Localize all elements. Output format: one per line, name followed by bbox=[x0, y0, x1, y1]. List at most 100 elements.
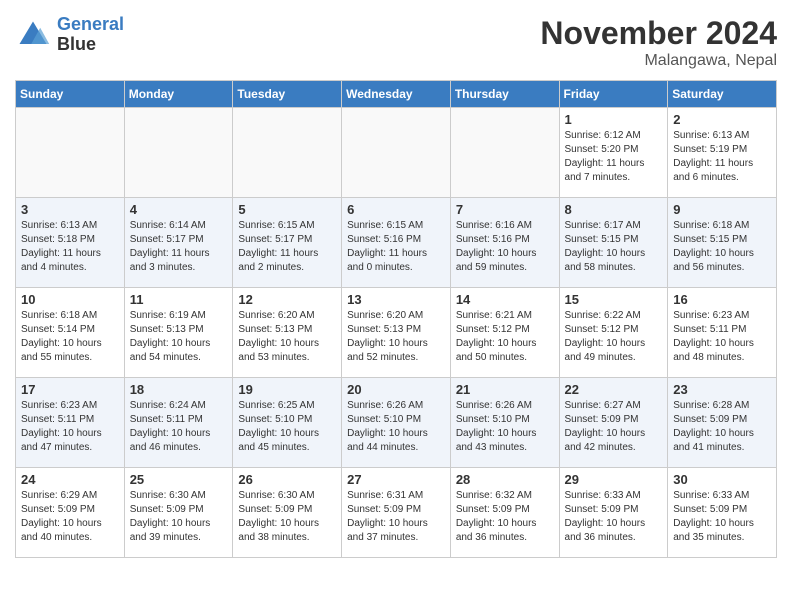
day-info: Sunrise: 6:25 AM Sunset: 5:10 PM Dayligh… bbox=[238, 399, 336, 455]
day-number: 23 bbox=[673, 382, 771, 397]
column-header-sunday: Sunday bbox=[16, 81, 125, 108]
calendar-cell bbox=[124, 108, 233, 198]
logo-general: General bbox=[57, 14, 124, 34]
day-info: Sunrise: 6:21 AM Sunset: 5:12 PM Dayligh… bbox=[456, 309, 554, 365]
calendar-cell: 3Sunrise: 6:13 AM Sunset: 5:18 PM Daylig… bbox=[16, 198, 125, 288]
calendar-week-5: 24Sunrise: 6:29 AM Sunset: 5:09 PM Dayli… bbox=[16, 468, 777, 558]
day-number: 14 bbox=[456, 292, 554, 307]
calendar-week-2: 3Sunrise: 6:13 AM Sunset: 5:18 PM Daylig… bbox=[16, 198, 777, 288]
calendar-cell: 7 Sunrise: 6:16 AM Sunset: 5:16 PM Daylig… bbox=[450, 198, 559, 288]
day-info: Sunrise: 6:18 AM Sunset: 5:15 PM Dayligh… bbox=[673, 219, 771, 275]
day-number: 24 bbox=[21, 472, 119, 487]
calendar-table: SundayMondayTuesdayWednesdayThursdayFrid… bbox=[15, 80, 777, 558]
calendar-header-row: SundayMondayTuesdayWednesdayThursdayFrid… bbox=[16, 81, 777, 108]
day-number: 28 bbox=[456, 472, 554, 487]
calendar-cell: 17 Sunrise: 6:23 AM Sunset: 5:11 PM Dayli… bbox=[16, 378, 125, 468]
day-info: Sunrise: 6:28 AM Sunset: 5:09 PM Dayligh… bbox=[673, 399, 771, 455]
day-info: Sunrise: 6:15 AM Sunset: 5:16 PM Dayligh… bbox=[347, 219, 445, 275]
day-info: Sunrise: 6:27 AM Sunset: 5:09 PM Dayligh… bbox=[565, 399, 663, 455]
calendar-week-1: 1 Sunrise: 6:12 AM Sunset: 5:20 PM Daylig… bbox=[16, 108, 777, 198]
calendar-cell: 24Sunrise: 6:29 AM Sunset: 5:09 PM Dayli… bbox=[16, 468, 125, 558]
calendar-cell: 29 Sunrise: 6:33 AM Sunset: 5:09 PM Dayli… bbox=[559, 468, 668, 558]
location-subtitle: Malangawa, Nepal bbox=[540, 52, 777, 70]
title-block: November 2024 Malangawa, Nepal bbox=[540, 15, 777, 70]
day-info: Sunrise: 6:20 AM Sunset: 5:13 PM Dayligh… bbox=[347, 309, 445, 365]
logo-icon bbox=[15, 17, 51, 53]
day-number: 3 bbox=[21, 202, 119, 217]
day-number: 7 bbox=[456, 202, 554, 217]
calendar-cell: 21 Sunrise: 6:26 AM Sunset: 5:10 PM Dayli… bbox=[450, 378, 559, 468]
day-number: 16 bbox=[673, 292, 771, 307]
calendar-cell: 12 Sunrise: 6:20 AM Sunset: 5:13 PM Dayli… bbox=[233, 288, 342, 378]
calendar-cell: 1 Sunrise: 6:12 AM Sunset: 5:20 PM Daylig… bbox=[559, 108, 668, 198]
calendar-cell: 9 Sunrise: 6:18 AM Sunset: 5:15 PM Daylig… bbox=[668, 198, 777, 288]
calendar-cell: 5 Sunrise: 6:15 AM Sunset: 5:17 PM Daylig… bbox=[233, 198, 342, 288]
day-info: Sunrise: 6:22 AM Sunset: 5:12 PM Dayligh… bbox=[565, 309, 663, 365]
day-number: 15 bbox=[565, 292, 663, 307]
calendar-cell bbox=[16, 108, 125, 198]
page-header: General Blue November 2024 Malangawa, Ne… bbox=[15, 15, 777, 70]
day-number: 29 bbox=[565, 472, 663, 487]
day-info: Sunrise: 6:12 AM Sunset: 5:20 PM Dayligh… bbox=[565, 129, 663, 185]
day-info: Sunrise: 6:18 AM Sunset: 5:14 PM Dayligh… bbox=[21, 309, 119, 365]
calendar-cell bbox=[450, 108, 559, 198]
day-number: 25 bbox=[130, 472, 228, 487]
calendar-cell: 25Sunrise: 6:30 AM Sunset: 5:09 PM Dayli… bbox=[124, 468, 233, 558]
column-header-friday: Friday bbox=[559, 81, 668, 108]
day-number: 20 bbox=[347, 382, 445, 397]
day-info: Sunrise: 6:33 AM Sunset: 5:09 PM Dayligh… bbox=[565, 489, 663, 545]
calendar-cell: 16 Sunrise: 6:23 AM Sunset: 5:11 PM Dayli… bbox=[668, 288, 777, 378]
day-number: 18 bbox=[130, 382, 228, 397]
calendar-cell bbox=[233, 108, 342, 198]
day-number: 22 bbox=[565, 382, 663, 397]
day-number: 12 bbox=[238, 292, 336, 307]
day-info: Sunrise: 6:33 AM Sunset: 5:09 PM Dayligh… bbox=[673, 489, 771, 545]
day-info: Sunrise: 6:16 AM Sunset: 5:16 PM Dayligh… bbox=[456, 219, 554, 275]
column-header-thursday: Thursday bbox=[450, 81, 559, 108]
day-info: Sunrise: 6:24 AM Sunset: 5:11 PM Dayligh… bbox=[130, 399, 228, 455]
day-number: 4 bbox=[130, 202, 228, 217]
calendar-cell: 22 Sunrise: 6:27 AM Sunset: 5:09 PM Dayli… bbox=[559, 378, 668, 468]
day-number: 26 bbox=[238, 472, 336, 487]
day-info: Sunrise: 6:26 AM Sunset: 5:10 PM Dayligh… bbox=[456, 399, 554, 455]
day-number: 13 bbox=[347, 292, 445, 307]
calendar-cell: 23 Sunrise: 6:28 AM Sunset: 5:09 PM Dayli… bbox=[668, 378, 777, 468]
calendar-cell: 28Sunrise: 6:32 AM Sunset: 5:09 PM Dayli… bbox=[450, 468, 559, 558]
calendar-cell: 8 Sunrise: 6:17 AM Sunset: 5:15 PM Daylig… bbox=[559, 198, 668, 288]
day-info: Sunrise: 6:31 AM Sunset: 5:09 PM Dayligh… bbox=[347, 489, 445, 545]
day-number: 8 bbox=[565, 202, 663, 217]
day-number: 9 bbox=[673, 202, 771, 217]
column-header-tuesday: Tuesday bbox=[233, 81, 342, 108]
day-number: 11 bbox=[130, 292, 228, 307]
day-number: 1 bbox=[565, 112, 663, 127]
calendar-cell bbox=[342, 108, 451, 198]
calendar-cell: 6Sunrise: 6:15 AM Sunset: 5:16 PM Daylig… bbox=[342, 198, 451, 288]
day-number: 5 bbox=[238, 202, 336, 217]
calendar-cell: 13 Sunrise: 6:20 AM Sunset: 5:13 PM Dayli… bbox=[342, 288, 451, 378]
day-info: Sunrise: 6:23 AM Sunset: 5:11 PM Dayligh… bbox=[673, 309, 771, 365]
day-info: Sunrise: 6:23 AM Sunset: 5:11 PM Dayligh… bbox=[21, 399, 119, 455]
day-number: 19 bbox=[238, 382, 336, 397]
calendar-cell: 15 Sunrise: 6:22 AM Sunset: 5:12 PM Dayli… bbox=[559, 288, 668, 378]
day-info: Sunrise: 6:13 AM Sunset: 5:19 PM Dayligh… bbox=[673, 129, 771, 185]
calendar-week-3: 10Sunrise: 6:18 AM Sunset: 5:14 PM Dayli… bbox=[16, 288, 777, 378]
calendar-cell: 26 Sunrise: 6:30 AM Sunset: 5:09 PM Dayli… bbox=[233, 468, 342, 558]
logo-blue: Blue bbox=[57, 34, 96, 54]
day-info: Sunrise: 6:15 AM Sunset: 5:17 PM Dayligh… bbox=[238, 219, 336, 275]
column-header-monday: Monday bbox=[124, 81, 233, 108]
calendar-cell: 14 Sunrise: 6:21 AM Sunset: 5:12 PM Dayli… bbox=[450, 288, 559, 378]
day-info: Sunrise: 6:17 AM Sunset: 5:15 PM Dayligh… bbox=[565, 219, 663, 275]
day-number: 27 bbox=[347, 472, 445, 487]
calendar-cell: 10Sunrise: 6:18 AM Sunset: 5:14 PM Dayli… bbox=[16, 288, 125, 378]
calendar-cell: 20Sunrise: 6:26 AM Sunset: 5:10 PM Dayli… bbox=[342, 378, 451, 468]
day-number: 21 bbox=[456, 382, 554, 397]
column-header-saturday: Saturday bbox=[668, 81, 777, 108]
calendar-cell: 30Sunrise: 6:33 AM Sunset: 5:09 PM Dayli… bbox=[668, 468, 777, 558]
day-info: Sunrise: 6:30 AM Sunset: 5:09 PM Dayligh… bbox=[238, 489, 336, 545]
day-number: 2 bbox=[673, 112, 771, 127]
day-number: 17 bbox=[21, 382, 119, 397]
calendar-cell: 4Sunrise: 6:14 AM Sunset: 5:17 PM Daylig… bbox=[124, 198, 233, 288]
calendar-cell: 11Sunrise: 6:19 AM Sunset: 5:13 PM Dayli… bbox=[124, 288, 233, 378]
calendar-week-4: 17 Sunrise: 6:23 AM Sunset: 5:11 PM Dayli… bbox=[16, 378, 777, 468]
day-info: Sunrise: 6:20 AM Sunset: 5:13 PM Dayligh… bbox=[238, 309, 336, 365]
